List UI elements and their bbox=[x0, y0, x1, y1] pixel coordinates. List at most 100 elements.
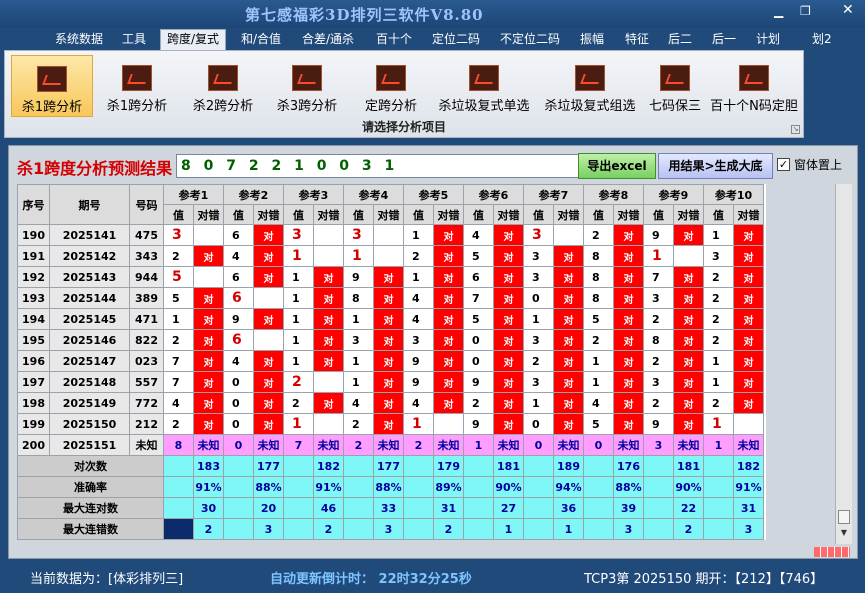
ribbon-junk-single-button[interactable]: 杀垃圾复式单选 bbox=[432, 55, 536, 117]
ribbon-seven-code-button[interactable]: 七码保三 bbox=[644, 55, 706, 117]
table-row[interactable]: 193 2025144 389 5 对 6 1 对 8 对 4 对 7 对 0 对 8 对 3 对 2 对 bbox=[17, 287, 764, 309]
cell-value: 1 bbox=[643, 245, 674, 267]
chart-icon bbox=[122, 65, 152, 91]
menu-last-one[interactable]: 后一 bbox=[712, 30, 736, 48]
ribbon-kill3-span-button[interactable]: 杀3跨分析 bbox=[267, 55, 347, 117]
ribbon-junk-group-button[interactable]: 杀垃圾复式组选 bbox=[538, 55, 642, 117]
cell-hit: 对 bbox=[373, 350, 404, 372]
ribbon-fixed-span-button[interactable]: 定跨分析 bbox=[351, 55, 431, 117]
table-row[interactable]: 194 2025145 471 1 对 9 对 1 对 1 对 4 对 5 对 1 对 5 对 2 对 2 对 bbox=[17, 308, 764, 330]
title-bar: 第七感福彩3D排列三软件V8.80 ▁ ❐ ✕ bbox=[0, 0, 865, 28]
cell-value: 3 bbox=[343, 329, 374, 351]
pending-unknown: 未知 bbox=[673, 434, 704, 456]
pending-unknown: 未知 bbox=[313, 434, 344, 456]
cell-hit bbox=[433, 413, 464, 435]
expand-icon[interactable]: ↘ bbox=[791, 125, 800, 134]
close-icon[interactable]: ✕ bbox=[842, 2, 854, 18]
export-excel-button[interactable]: 导出excel bbox=[578, 153, 656, 179]
row-number: 557 bbox=[129, 371, 164, 393]
cell-hit bbox=[253, 329, 284, 351]
menu-positions[interactable]: 百十个 bbox=[376, 30, 412, 48]
cell-value: 4 bbox=[163, 392, 194, 414]
generate-base-button[interactable]: 用结果>生成大底 bbox=[658, 153, 773, 179]
pending-row[interactable]: 200 2025151 未知 8 未知 0 未知 7 未知 2 未知 2 未知 1 未知 0 未知 0 未知 3 未知 1… bbox=[17, 434, 764, 456]
table-row[interactable]: 198 2025149 772 4 对 0 对 2 对 4 对 4 对 2 对 1 对 4 对 2 对 2 对 bbox=[17, 392, 764, 414]
maximize-icon[interactable]: ❐ bbox=[800, 4, 811, 18]
cell-value: 5 bbox=[583, 413, 614, 435]
menu-unfixed-two[interactable]: 不定位二码 bbox=[500, 30, 560, 48]
ribbon-n-code-button[interactable]: 百十个N码定胆 bbox=[708, 55, 800, 117]
cell-hit: 对 bbox=[733, 329, 764, 351]
table-row[interactable]: 196 2025147 023 7 对 4 对 1 对 1 对 9 对 0 对 2 对 1 对 2 对 1 对 bbox=[17, 350, 764, 372]
cell-hit: 对 bbox=[613, 308, 644, 330]
subheader-value: 值 bbox=[583, 204, 614, 225]
stats-value: 20 bbox=[253, 497, 284, 519]
result-field[interactable]: 8 0 7 2 2 1 0 0 3 1 bbox=[176, 154, 585, 178]
pin-window-checkbox[interactable]: ✓ bbox=[777, 158, 790, 171]
menu-amplitude[interactable]: 振幅 bbox=[580, 30, 604, 48]
stats-blank bbox=[163, 476, 194, 498]
cell-hit: 对 bbox=[373, 287, 404, 309]
cell-value: 3 bbox=[643, 287, 674, 309]
menu-plan[interactable]: 计划 bbox=[756, 30, 780, 48]
cell-hit: 对 bbox=[673, 287, 704, 309]
vertical-scrollbar[interactable]: ▼ bbox=[835, 184, 852, 544]
stats-blank bbox=[463, 518, 494, 540]
stats-row: 对次数 183 177 182 177 179 181 189 176 181 182 bbox=[17, 455, 764, 477]
menu-system-data[interactable]: 系统数据 bbox=[55, 30, 103, 48]
row-number: 212 bbox=[129, 413, 164, 435]
menu-last-two[interactable]: 后二 bbox=[668, 30, 692, 48]
cell-hit: 对 bbox=[253, 308, 284, 330]
ribbon-kill1-span-button-2[interactable]: 杀1跨分析 bbox=[97, 55, 177, 117]
subheader-value: 值 bbox=[223, 204, 254, 225]
cell-hit: 对 bbox=[433, 392, 464, 414]
ribbon-kill2-span-button[interactable]: 杀2跨分析 bbox=[181, 55, 265, 117]
stats-value: 179 bbox=[433, 455, 464, 477]
stats-value: 31 bbox=[433, 497, 464, 519]
menu-tools[interactable]: 工具 bbox=[122, 30, 146, 48]
stats-value: 3 bbox=[373, 518, 404, 540]
cell-value: 1 bbox=[703, 413, 734, 435]
menu-sum[interactable]: 和/合值 bbox=[241, 30, 281, 48]
stats-blank bbox=[403, 476, 434, 498]
cell-value: 1 bbox=[583, 371, 614, 393]
cell-hit: 对 bbox=[253, 224, 284, 246]
cell-value: 9 bbox=[643, 413, 674, 435]
cell-value: 3 bbox=[523, 266, 554, 288]
table-row[interactable]: 199 2025150 212 2 对 0 对 1 2 对 1 9 对 0 对 5 对 9 对 1 bbox=[17, 413, 764, 435]
cell-value: 4 bbox=[223, 245, 254, 267]
pending-value: 7 bbox=[283, 434, 314, 456]
menu-fixed-two[interactable]: 定位二码 bbox=[432, 30, 480, 48]
cell-hit: 对 bbox=[613, 245, 644, 267]
pending-unknown: 未知 bbox=[253, 434, 284, 456]
scroll-down-icon[interactable]: ▼ bbox=[838, 528, 850, 540]
table-row[interactable]: 190 2025141 475 3 6 对 3 3 1 对 4 对 3 2 对 9 对 1 对 bbox=[17, 224, 764, 246]
scroll-thumb[interactable] bbox=[838, 510, 850, 524]
cell-value: 0 bbox=[463, 329, 494, 351]
menu-feature[interactable]: 特征 bbox=[625, 30, 649, 48]
ribbon-kill1-span-button[interactable]: 杀1跨分析 bbox=[11, 55, 93, 117]
cell-hit bbox=[313, 245, 344, 267]
cell-value: 5 bbox=[163, 287, 194, 309]
cell-hit: 对 bbox=[553, 392, 584, 414]
stats-value: 91% bbox=[313, 476, 344, 498]
cell-value: 9 bbox=[343, 266, 374, 288]
table-row[interactable]: 192 2025143 944 5 6 对 1 对 9 对 1 对 6 对 3 对 8 对 7 对 2 对 bbox=[17, 266, 764, 288]
menu-extra[interactable]: 划2 bbox=[812, 30, 832, 48]
row-seq: 198 bbox=[17, 392, 50, 414]
table-row[interactable]: 195 2025146 822 2 对 6 1 对 3 对 3 对 0 对 3 对 2 对 8 对 2 对 bbox=[17, 329, 764, 351]
cell-hit: 对 bbox=[313, 329, 344, 351]
cell-hit: 对 bbox=[553, 329, 584, 351]
table-row[interactable]: 197 2025148 557 7 对 0 对 2 1 对 9 对 9 对 3 对 1 对 3 对 1 对 bbox=[17, 371, 764, 393]
menu-span-multi[interactable]: 跨度/复式 bbox=[160, 29, 227, 50]
cell-value: 3 bbox=[703, 245, 734, 267]
minimize-icon[interactable]: ▁ bbox=[774, 4, 783, 18]
cell-value: 2 bbox=[523, 350, 554, 372]
subheader-hit: 对错 bbox=[313, 204, 344, 225]
menu-diff-kill[interactable]: 合差/通杀 bbox=[302, 30, 354, 48]
cell-hit bbox=[313, 371, 344, 393]
latest-draw-label: TCP3第 2025150 期开：【212】【746】 bbox=[584, 572, 824, 587]
stats-blank bbox=[403, 518, 434, 540]
pending-unknown: 未知 bbox=[493, 434, 524, 456]
table-row[interactable]: 191 2025142 343 2 对 4 对 1 1 2 对 5 对 3 对 8 对 1 3 对 bbox=[17, 245, 764, 267]
